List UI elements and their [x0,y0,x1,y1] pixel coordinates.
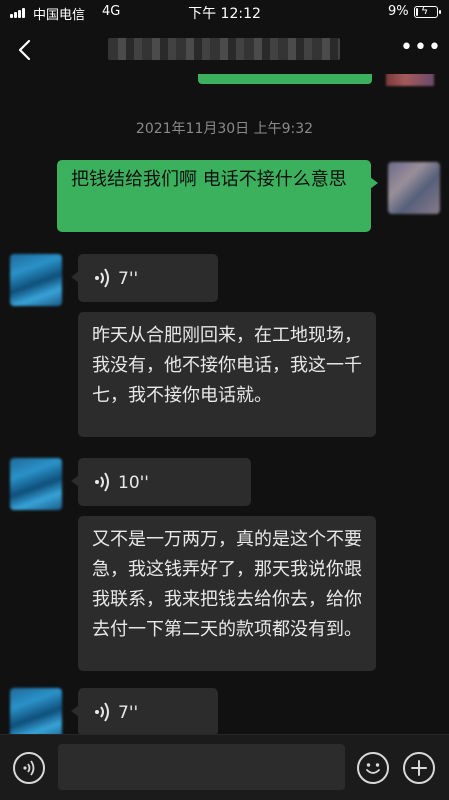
voice-duration: 7'' [118,269,139,289]
transcript-text: 昨天从合肥刚回来，在工地现场，我没有，他不接你电话，我这一千七，我不接你电话就。 [92,325,362,406]
message-text: 把钱结给我们啊 电话不接什么意思 [71,169,347,190]
voice-message-bubble[interactable]: 10'' [71,458,251,506]
contact-avatar[interactable] [10,254,62,306]
voice-message-bubble[interactable]: 7'' [71,688,218,734]
contact-avatar[interactable] [10,688,62,734]
more-dots-icon: ••• [400,35,442,60]
voice-transcript[interactable]: 昨天从合肥刚回来，在工地现场，我没有，他不接你电话，我这一千七，我不接你电话就。 [78,312,376,437]
transcript-text: 又不是一万两万，真的是这个不要急，我这钱弄好了，那天我说你跟我联系，我来把钱去给… [92,529,362,640]
voice-duration: 10'' [118,473,149,493]
message-timestamp: 2021年11月30日 上午9:32 [135,121,314,137]
voice-message-bubble[interactable]: 7'' [71,254,218,302]
chevron-left-icon [18,39,31,61]
back-button[interactable] [12,36,40,64]
voice-wave-icon [95,268,109,288]
message-list[interactable]: 2021年11月30日 上午9:32 把钱结给我们啊 电话不接什么意思 7'' … [0,74,449,734]
chat-header: ••• [0,26,449,74]
status-bar: 中国电信 4G 下午 12:12 9% ϟ [0,0,449,26]
outgoing-message-bubble[interactable]: 把钱结给我们啊 电话不接什么意思 [57,160,378,232]
self-avatar[interactable] [388,162,440,214]
emoji-button[interactable] [357,752,389,784]
more-functions-button[interactable] [403,752,435,784]
contact-avatar[interactable] [10,458,62,510]
battery-fill [416,8,418,16]
voice-mode-icon [23,760,35,776]
more-button[interactable]: ••• [400,37,441,62]
voice-transcript[interactable]: 又不是一万两万，真的是这个不要急，我这钱弄好了，那天我说你跟我联系，我来把钱去给… [78,516,376,671]
voice-wave-icon [95,702,109,722]
emoji-icon [366,763,380,774]
self-avatar[interactable] [386,74,434,86]
plus-icon [411,760,427,776]
battery-percent: 9% [388,4,409,19]
previous-outgoing-bubble[interactable] [198,74,372,84]
battery-charging-icon: ϟ [414,4,441,18]
voice-duration: 7'' [118,703,139,723]
message-input[interactable] [58,744,345,790]
contact-name-redacted [108,38,340,60]
voice-wave-icon [95,472,109,492]
charging-bolt-icon: ϟ [421,4,429,17]
status-time: 下午 12:12 [188,6,261,22]
voice-mode-button[interactable] [13,752,45,784]
input-bar [0,734,449,800]
